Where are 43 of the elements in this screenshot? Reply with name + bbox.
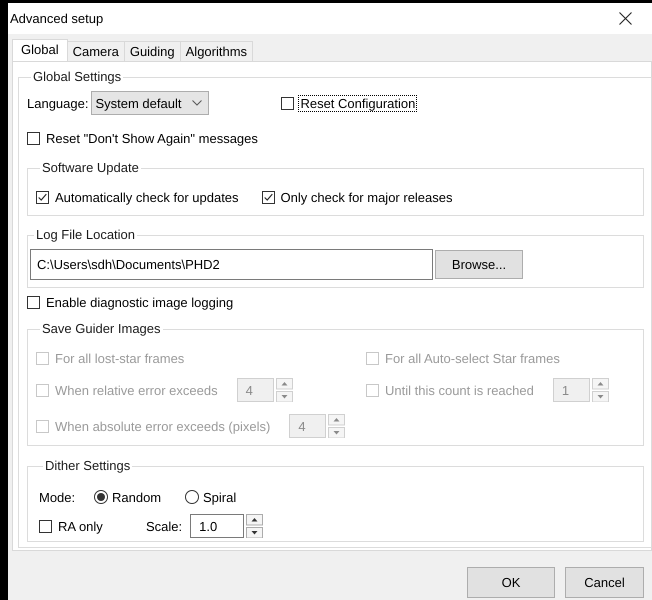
language-dropdown[interactable]: System default (91, 91, 210, 115)
cancel-button[interactable]: Cancel (565, 567, 644, 598)
number-field[interactable]: 1.0 (190, 514, 244, 538)
checkbox-label: For all Auto-select Star frames (384, 350, 561, 366)
group-title: Global Settings (32, 69, 122, 85)
checkbox-label: Automatically check for updates (54, 190, 240, 204)
radio-button[interactable] (94, 490, 108, 504)
checkbox[interactable] (36, 190, 49, 204)
language-label: Language: (27, 96, 88, 110)
spin-down-icon[interactable] (246, 526, 264, 538)
tab[interactable]: Guiding (124, 41, 181, 61)
tab[interactable]: Algorithms (180, 41, 254, 61)
radio-button[interactable] (185, 490, 199, 504)
checkbox-label: When absolute error exceeds (pixels) (54, 418, 272, 434)
checkbox[interactable] (39, 520, 52, 532)
radio-label: Spiral (203, 490, 236, 504)
window-title: Advanced setup (10, 11, 104, 26)
checkbox[interactable] (27, 296, 40, 308)
group-title: Dither Settings (44, 458, 132, 474)
group-title: Save Guider Images (41, 321, 162, 337)
group-title: Log File Location (35, 227, 136, 243)
checkbox-label: For all lost-star frames (54, 350, 186, 366)
checkbox-label: RA only (57, 518, 104, 534)
caret-icon (192, 100, 202, 106)
checkbox[interactable] (281, 96, 294, 110)
scale-label: Scale: (146, 518, 182, 534)
browse-button[interactable]: Browse... (435, 250, 523, 279)
checkbox-label: When relative error exceeds (54, 382, 219, 398)
tab[interactable]: Global (12, 39, 68, 61)
checkbox[interactable] (27, 132, 40, 144)
checkbox-label: Reset "Don't Show Again" messages (45, 130, 259, 146)
close-icon[interactable] (619, 12, 632, 25)
radio-label: Random (112, 490, 162, 504)
mode-label: Mode: (39, 490, 76, 504)
spin-up-icon[interactable] (246, 514, 264, 526)
path-field[interactable]: C:\Users\sdh\Documents\PHD2 (30, 249, 433, 280)
checkbox[interactable] (262, 190, 275, 204)
group-title: Software Update (41, 160, 140, 176)
checkbox-label: Until this count is reached (384, 382, 535, 398)
checkbox-label: Enable diagnostic image logging (45, 294, 234, 310)
ok-button[interactable]: OK (467, 567, 555, 598)
checkbox-label: Only check for major releases (280, 190, 454, 204)
checkbox-label: Reset Configuration (299, 96, 416, 110)
